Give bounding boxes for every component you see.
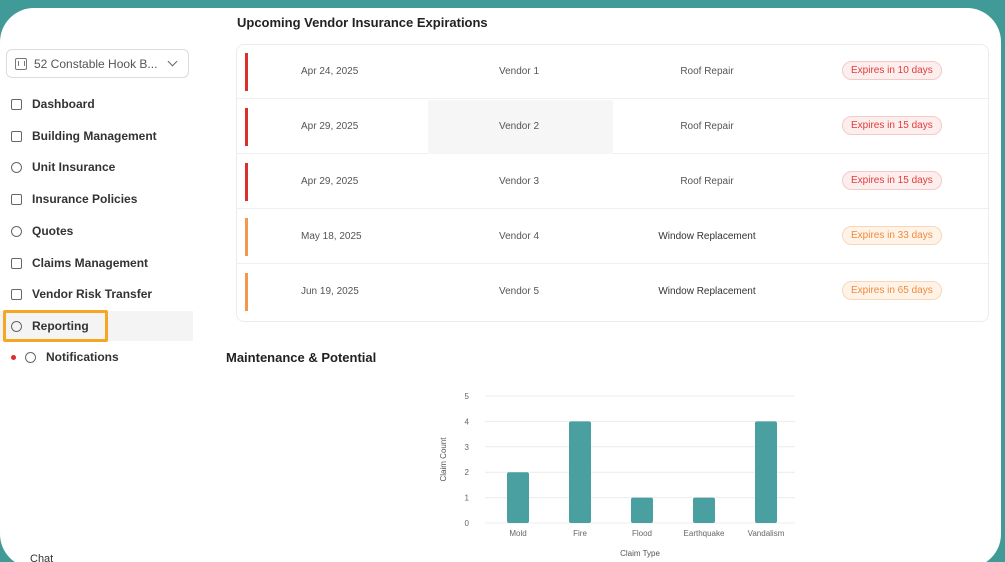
sidebar-item-label: Vendor Risk Transfer (32, 287, 153, 301)
sidebar-item-insurance-policies[interactable]: Insurance Policies (0, 184, 193, 214)
vendor-expirations-table: Apr 24, 2025 Vendor 1 Roof Repair Expire… (236, 44, 990, 322)
sidebar-item-label: Insurance Policies (32, 192, 138, 206)
sidebar-item-label: Building Management (32, 129, 157, 143)
sidebar-item-vendor-risk-transfer[interactable]: Vendor Risk Transfer (0, 279, 193, 309)
claims-icon (11, 257, 22, 269)
bell-icon (25, 351, 36, 363)
table-row[interactable]: Apr 24, 2025 Vendor 1 Roof Repair Expire… (237, 45, 990, 99)
work-type: Window Replacement (658, 231, 756, 242)
y-tick-label: 0 (465, 519, 470, 528)
table-row[interactable]: May 18, 2025 Vendor 4 Window Replacement… (237, 210, 990, 264)
documents-icon (11, 193, 22, 205)
expiry-date: Jun 19, 2025 (301, 286, 359, 297)
sidebar-item-label: Unit Insurance (32, 160, 116, 174)
y-axis-label: Claim Count (439, 437, 448, 482)
table-row[interactable]: Apr 29, 2025 Vendor 3 Roof Repair Expire… (237, 155, 990, 209)
y-axis-ticks: 0 1 2 3 4 5 (465, 392, 470, 528)
sidebar-item-claims-management[interactable]: Claims Management (0, 248, 193, 278)
bar-vandalism[interactable] (755, 421, 777, 523)
building-name: 52 Constable Hook B... (34, 56, 158, 71)
expiry-date: Apr 29, 2025 (301, 121, 359, 132)
y-tick-label: 2 (465, 468, 470, 477)
vendor-section-title: Upcoming Vendor Insurance Expirations (237, 15, 488, 30)
y-tick-label: 4 (465, 417, 470, 426)
expiry-date: May 18, 2025 (301, 231, 362, 242)
building-selector[interactable]: 52 Constable Hook B... (6, 49, 189, 78)
vendor-name: Vendor 3 (499, 176, 540, 187)
sidebar-item-label: Quotes (32, 224, 74, 238)
vendor-icon (11, 288, 22, 300)
vendor-name: Vendor 4 (499, 231, 540, 242)
reporting-highlight (3, 310, 108, 342)
severity-bar (245, 273, 248, 311)
work-type: Roof Repair (680, 66, 734, 77)
sidebar-item-label: Notifications (46, 350, 119, 364)
severity-bar (245, 108, 248, 146)
y-tick-label: 5 (465, 392, 470, 401)
building-icon (15, 57, 27, 70)
sidebar: 52 Constable Hook B... Dashboard Buildin… (0, 8, 200, 562)
chat-link[interactable]: Chat (30, 553, 53, 562)
expiry-date: Apr 29, 2025 (301, 176, 359, 187)
bar-earthquake[interactable] (693, 497, 715, 523)
maintenance-section-title: Maintenance & Potential (226, 350, 377, 365)
severity-bar (245, 53, 248, 91)
vendor-name: Vendor 5 (499, 286, 540, 297)
y-tick-label: 1 (465, 494, 470, 503)
shield-icon (11, 161, 22, 173)
x-axis-label: Claim Type (620, 549, 660, 558)
table-row[interactable]: Jun 19, 2025 Vendor 5 Window Replacement… (237, 265, 990, 319)
status-badge: Expires in 33 days (842, 226, 942, 245)
x-tick-label: Flood (632, 529, 652, 538)
x-tick-label: Vandalism (748, 529, 785, 538)
sidebar-item-building-management[interactable]: Building Management (0, 121, 193, 151)
building-icon (11, 130, 22, 142)
bar-mold[interactable] (507, 472, 529, 523)
x-tick-label: Earthquake (684, 529, 725, 538)
sidebar-item-unit-insurance[interactable]: Unit Insurance (0, 152, 193, 182)
chat-label: Chat (30, 553, 54, 562)
notification-dot (11, 354, 16, 360)
expiry-date: Apr 24, 2025 (301, 66, 359, 77)
work-type: Roof Repair (680, 121, 734, 132)
status-badge: Expires in 15 days (842, 171, 942, 190)
status-badge: Expires in 10 days (842, 61, 942, 80)
x-tick-label: Fire (573, 529, 587, 538)
vendor-name: Vendor 1 (499, 66, 540, 77)
sidebar-item-label: Claims Management (32, 256, 149, 270)
chevron-down-icon (167, 56, 178, 67)
status-badge: Expires in 65 days (842, 281, 942, 300)
bar-flood[interactable] (631, 497, 653, 523)
x-axis-ticks: Mold Fire Flood Earthquake Vandalism (509, 529, 784, 538)
sidebar-item-dashboard[interactable]: Dashboard (0, 89, 193, 119)
vendor-name: Vendor 2 (499, 121, 540, 132)
table-row[interactable]: Apr 29, 2025 Vendor 2 Roof Repair Expire… (237, 100, 990, 154)
sidebar-item-label: Dashboard (32, 97, 95, 111)
app-frame: 52 Constable Hook B... Dashboard Buildin… (0, 8, 1001, 562)
claims-bar-chart: 012345 Mold Fire Flood Earthquake Vandalism … (439, 392, 795, 558)
work-type: Window Replacement (658, 286, 756, 297)
y-tick-label: 3 (465, 443, 470, 452)
dashboard-icon (11, 98, 22, 110)
sidebar-item-notifications[interactable]: Notifications (0, 342, 193, 372)
work-type: Roof Repair (680, 176, 734, 187)
x-tick-label: Mold (509, 529, 526, 538)
status-badge: Expires in 15 days (842, 116, 942, 135)
severity-bar (245, 218, 248, 256)
bar-fire[interactable] (569, 421, 591, 523)
quote-icon (11, 225, 22, 237)
sidebar-item-quotes[interactable]: Quotes (0, 216, 193, 246)
severity-bar (245, 163, 248, 201)
